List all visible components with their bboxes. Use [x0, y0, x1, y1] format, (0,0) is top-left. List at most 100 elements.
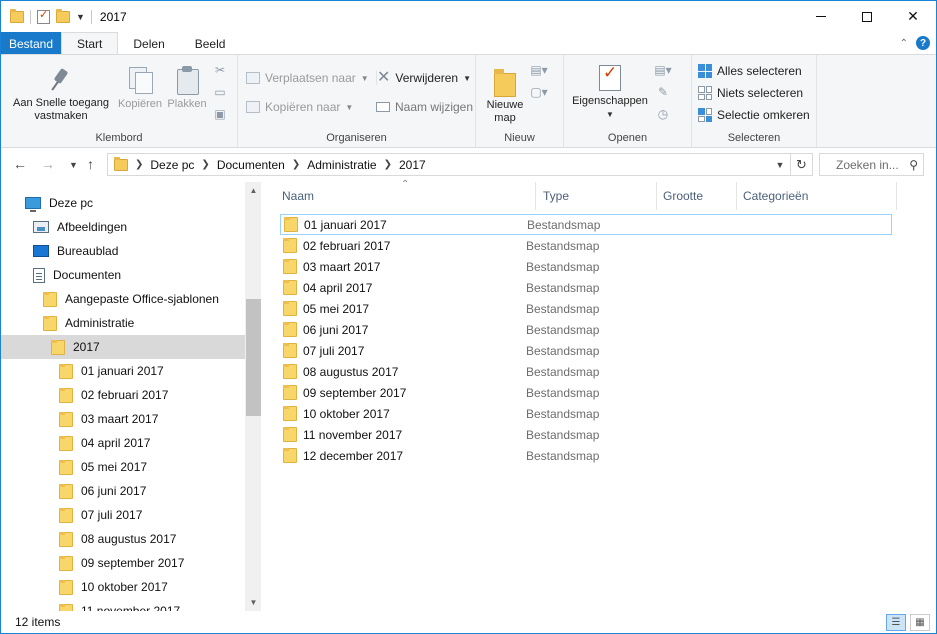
new-folder-icon[interactable] — [56, 8, 70, 23]
tree-item[interactable]: Afbeeldingen — [1, 215, 245, 239]
file-name-cell: 09 september 2017 — [280, 385, 526, 400]
address-bar[interactable]: ❯ Deze pc ❯ Documenten ❯ Administratie ❯… — [107, 153, 813, 176]
delete-icon: ✕ — [377, 69, 391, 86]
tree-item[interactable]: Bureaublad — [1, 239, 245, 263]
tree-item[interactable]: Documenten — [1, 263, 245, 287]
clipboard-icon — [175, 65, 199, 95]
file-row[interactable]: 01 januari 2017 Bestandsmap — [280, 214, 892, 235]
copy-path-icon[interactable]: ▭ — [213, 85, 227, 99]
help-icon[interactable]: ? — [916, 36, 930, 50]
tab-bestand[interactable]: Bestand — [1, 32, 62, 55]
file-name-cell: 07 juli 2017 — [280, 343, 526, 358]
tree-item[interactable]: 05 mei 2017 — [1, 455, 245, 479]
minimize-button[interactable] — [798, 1, 844, 32]
properties-icon[interactable] — [37, 8, 50, 24]
file-name: 10 oktober 2017 — [303, 406, 390, 421]
nav-scrollbar[interactable]: ▲ ▼ — [245, 182, 261, 611]
file-row[interactable]: 11 november 2017 Bestandsmap — [280, 424, 892, 445]
tree-item[interactable]: 06 juni 2017 — [1, 479, 245, 503]
tree-item-label: Afbeeldingen — [57, 220, 128, 234]
new-folder-button[interactable]: Nieuwe map — [480, 67, 530, 125]
scroll-down-icon[interactable]: ▼ — [245, 594, 261, 611]
large-icons-view-icon[interactable]: ▦ — [910, 614, 930, 631]
rename-button[interactable]: Naam wijzigen — [376, 100, 473, 114]
chevron-right-icon[interactable]: ❯ — [381, 159, 395, 170]
column-header-categorieen[interactable]: Categorieën — [743, 182, 893, 210]
search-input[interactable]: Zoeken in... ⚲ — [819, 153, 924, 176]
column-header-grootte[interactable]: Grootte — [663, 182, 736, 210]
file-row[interactable]: 07 juli 2017 Bestandsmap — [280, 340, 892, 361]
up-arrow-icon[interactable]: ↑ — [87, 156, 94, 172]
tree-item[interactable]: 07 juli 2017 — [1, 503, 245, 527]
properties-button[interactable]: Eigenschappen ▼ — [568, 65, 652, 121]
select-none-button[interactable]: Niets selecteren — [698, 86, 803, 100]
tree-item-label: 11 november 2017 — [81, 604, 181, 611]
select-all-button[interactable]: Alles selecteren — [698, 64, 802, 78]
invert-selection-button[interactable]: Selectie omkeren — [698, 108, 810, 122]
recent-locations-chevron-icon[interactable]: ▼ — [69, 160, 78, 170]
pin-quick-access-button[interactable]: Aan Snelle toegang vastmaken — [7, 67, 115, 123]
breadcrumb-documenten[interactable]: Documenten — [213, 158, 289, 172]
customize-toolbar-dropdown[interactable]: ▼ — [76, 12, 85, 22]
maximize-button[interactable] — [844, 1, 890, 32]
tree-item[interactable]: 08 augustus 2017 — [1, 527, 245, 551]
column-header-type[interactable]: Type — [543, 182, 656, 210]
tree-item[interactable]: Administratie — [1, 311, 245, 335]
tree-item[interactable]: 04 april 2017 — [1, 431, 245, 455]
file-type: Bestandsmap — [527, 217, 601, 232]
divider — [30, 9, 31, 24]
file-row[interactable]: 08 augustus 2017 Bestandsmap — [280, 361, 892, 382]
select-none-icon — [698, 86, 712, 100]
move-to-button[interactable]: Verplaatsen naar ▼ — [246, 71, 369, 85]
easy-access-icon[interactable]: ▢▾ — [530, 85, 547, 99]
tree-item[interactable]: 02 februari 2017 — [1, 383, 245, 407]
back-arrow-icon[interactable]: ← — [13, 156, 27, 172]
scroll-up-icon[interactable]: ▲ — [245, 182, 261, 199]
tab-start[interactable]: Start — [61, 32, 119, 55]
file-row[interactable]: 05 mei 2017 Bestandsmap — [280, 298, 892, 319]
file-row[interactable]: 12 december 2017 Bestandsmap — [280, 445, 892, 466]
file-row[interactable]: 06 juni 2017 Bestandsmap — [280, 319, 892, 340]
breadcrumb-2017[interactable]: 2017 — [395, 158, 430, 172]
cut-icon[interactable]: ✂ — [213, 63, 227, 77]
file-row[interactable]: 02 februari 2017 Bestandsmap — [280, 235, 892, 256]
tree-item[interactable]: 09 september 2017 — [1, 551, 245, 575]
scrollbar-thumb[interactable] — [246, 299, 261, 416]
folder-icon — [59, 507, 73, 523]
forward-arrow-icon[interactable]: → — [41, 156, 55, 172]
details-view-icon[interactable]: ☰ — [886, 614, 906, 631]
column-header-naam[interactable]: Naam — [282, 182, 536, 210]
collapse-ribbon-icon[interactable]: ⌃ — [900, 38, 908, 49]
chevron-right-icon[interactable]: ❯ — [132, 159, 146, 170]
file-name-cell: 06 juni 2017 — [280, 322, 526, 337]
tab-delen[interactable]: Delen — [118, 32, 179, 55]
chevron-right-icon[interactable]: ❯ — [289, 159, 303, 170]
tree-item[interactable]: 03 maart 2017 — [1, 407, 245, 431]
tree-item[interactable]: 11 november 2017 — [1, 599, 245, 611]
tree-item[interactable]: 01 januari 2017 — [1, 359, 245, 383]
address-dropdown-icon[interactable]: ▼ — [770, 160, 790, 170]
open-icon[interactable]: ▤▾ — [654, 63, 671, 77]
breadcrumb-deze-pc[interactable]: Deze pc — [146, 158, 198, 172]
tree-item[interactable]: 2017 — [1, 335, 245, 359]
file-row[interactable]: 04 april 2017 Bestandsmap — [280, 277, 892, 298]
new-item-icon[interactable]: ▤▾ — [530, 63, 547, 77]
refresh-icon[interactable]: ↻ — [790, 154, 812, 175]
tree-item[interactable]: Aangepaste Office-sjablonen — [1, 287, 245, 311]
paste-shortcut-icon[interactable]: ▣ — [213, 107, 227, 121]
file-row[interactable]: 10 oktober 2017 Bestandsmap — [280, 403, 892, 424]
history-icon[interactable]: ◷ — [656, 107, 670, 121]
close-button[interactable]: ✕ — [890, 1, 936, 32]
chevron-right-icon[interactable]: ❯ — [198, 159, 212, 170]
tree-item[interactable]: 10 oktober 2017 — [1, 575, 245, 599]
copy-to-button[interactable]: Kopiëren naar ▼ — [246, 100, 353, 114]
breadcrumb-administratie[interactable]: Administratie — [303, 158, 380, 172]
edit-icon[interactable]: ✎ — [656, 85, 670, 99]
delete-button[interactable]: ✕ Verwijderen ▼ — [376, 69, 471, 86]
copy-button[interactable]: Kopiëren — [115, 65, 165, 111]
tree-item[interactable]: Deze pc — [1, 191, 245, 215]
tab-beeld[interactable]: Beeld — [180, 32, 241, 55]
file-row[interactable]: 03 maart 2017 Bestandsmap — [280, 256, 892, 277]
paste-button[interactable]: Plakken — [164, 65, 210, 111]
file-row[interactable]: 09 september 2017 Bestandsmap — [280, 382, 892, 403]
